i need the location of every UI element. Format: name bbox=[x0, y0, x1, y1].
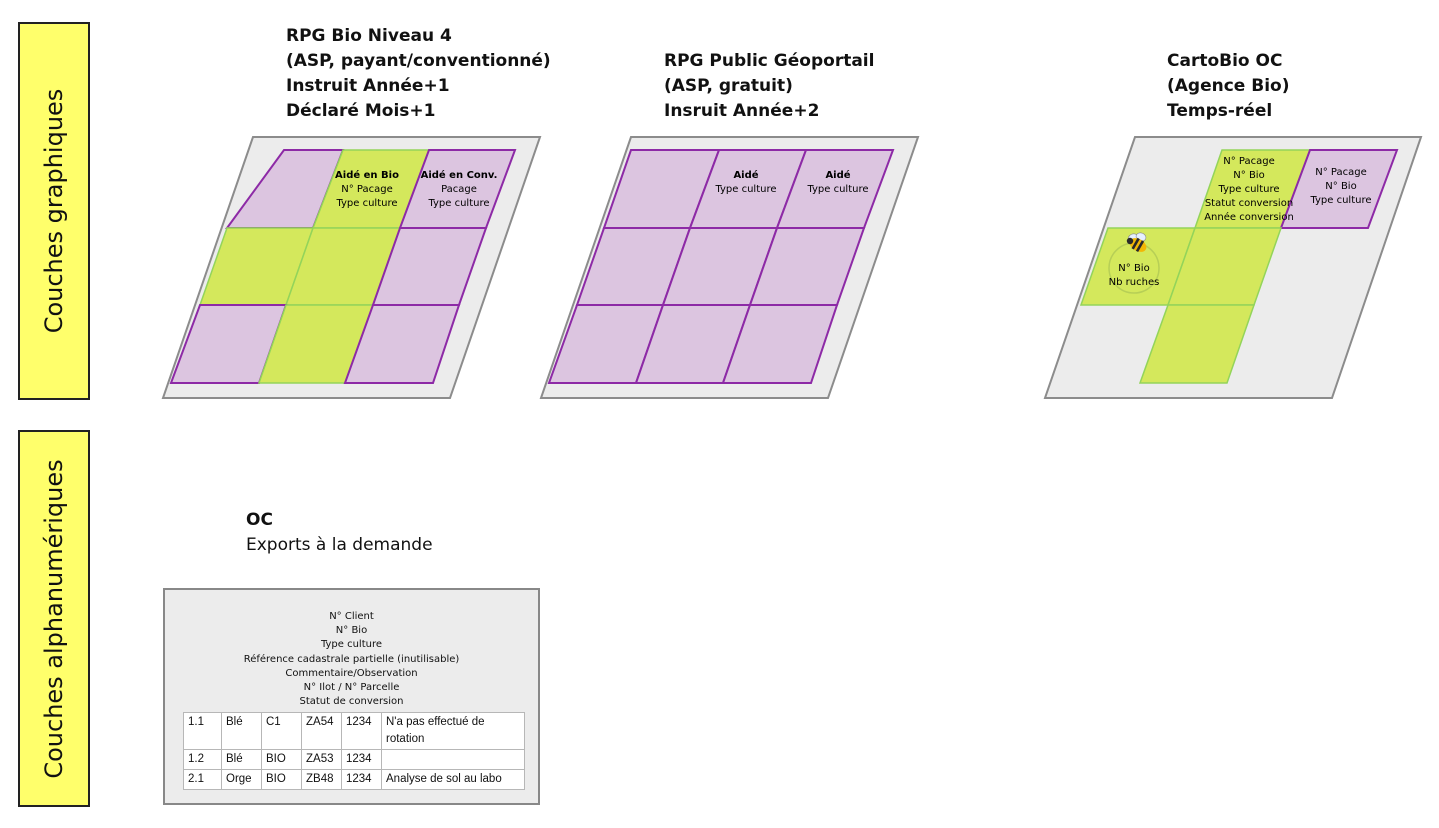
table-cell bbox=[381, 749, 525, 770]
parcel-map-rpg-bio: Aidé en Bio N° Pacage Type culture Aidé … bbox=[161, 136, 542, 399]
parcel-map-rpg-public: Aidé Type culture Aidé Type culture bbox=[539, 136, 920, 399]
parcel-label: Type culture bbox=[427, 198, 489, 209]
table-cell: N'a pas effectué de rotation bbox=[381, 712, 525, 750]
table-cell: ZA53 bbox=[301, 749, 342, 770]
parcel-label: N° Pacage bbox=[341, 184, 393, 195]
table-cell: Orge bbox=[221, 769, 262, 790]
oc-title-block: OC Exports à la demande bbox=[246, 508, 433, 558]
table-row: 2.1 Orge BIO ZB48 1234 Analyse de sol au… bbox=[183, 769, 525, 790]
parcel-label: N° Pacage bbox=[1315, 167, 1367, 178]
oc-field: Type culture bbox=[320, 639, 383, 651]
table-cell: BIO bbox=[261, 769, 302, 790]
table-cell: ZA54 bbox=[301, 712, 342, 750]
oc-field: Commentaire/Observation bbox=[285, 667, 418, 679]
parcel-label: N° Pacage bbox=[1223, 156, 1275, 167]
table-cell: C1 bbox=[261, 712, 302, 750]
table-cell: BIO bbox=[261, 749, 302, 770]
table-cell: Blé bbox=[221, 712, 262, 750]
parcel-label: N° Bio bbox=[1233, 170, 1264, 181]
parcel-label: Pacage bbox=[441, 184, 477, 195]
oc-subtitle: Exports à la demande bbox=[246, 535, 433, 555]
parcel-label-title: Aidé bbox=[825, 169, 850, 181]
parcel-label: Type culture bbox=[1217, 184, 1279, 195]
parcel-label: Type culture bbox=[806, 184, 868, 195]
oc-field-list: N° Client N° Bio Type culture Référence … bbox=[165, 610, 538, 709]
oc-export-panel: N° Client N° Bio Type culture Référence … bbox=[163, 588, 540, 805]
oc-export-table: 1.1 Blé C1 ZA54 1234 N'a pas effectué de… bbox=[183, 712, 525, 790]
oc-field: N° Ilot / N° Parcelle bbox=[303, 682, 400, 694]
table-cell: Blé bbox=[221, 749, 262, 770]
table-cell: 1234 bbox=[341, 712, 382, 750]
table-row: 1.1 Blé C1 ZA54 1234 N'a pas effectué de… bbox=[183, 712, 525, 750]
parcel-label: Type culture bbox=[714, 184, 776, 195]
table-cell: 1234 bbox=[341, 749, 382, 770]
table-cell: ZB48 bbox=[301, 769, 342, 790]
parcel-label: N° Bio bbox=[1118, 263, 1149, 274]
parcel-label: Type culture bbox=[335, 198, 397, 209]
parcel-label: Type culture bbox=[1309, 195, 1371, 206]
parcel-label: N° Bio bbox=[1325, 181, 1356, 192]
table-cell: 2.1 bbox=[183, 769, 222, 790]
parcel-label: Nb ruches bbox=[1109, 277, 1160, 288]
table-cell: 1234 bbox=[341, 769, 382, 790]
oc-field: Référence cadastrale partielle (inutilis… bbox=[243, 653, 460, 665]
table-row: 1.2 Blé BIO ZA53 1234 bbox=[183, 749, 525, 770]
parcel-label: Statut conversion bbox=[1205, 198, 1293, 209]
table-cell: Analyse de sol au labo bbox=[381, 769, 525, 790]
parcel-label-title: Aidé bbox=[733, 169, 758, 181]
oc-field: N° Bio bbox=[335, 625, 368, 637]
table-cell: 1.1 bbox=[183, 712, 222, 750]
oc-title: OC bbox=[246, 510, 273, 530]
table-cell: 1.2 bbox=[183, 749, 222, 770]
oc-field: N° Client bbox=[329, 611, 374, 622]
parcel-label-title: Aidé en Conv. bbox=[421, 169, 498, 181]
oc-field: Statut de conversion bbox=[299, 696, 404, 708]
parcel-label: Année conversion bbox=[1204, 211, 1294, 223]
parcel-map-cartobio: N° Pacage N° Bio Type culture Statut con… bbox=[1043, 136, 1423, 399]
parcel-label-title: Aidé en Bio bbox=[335, 169, 399, 181]
